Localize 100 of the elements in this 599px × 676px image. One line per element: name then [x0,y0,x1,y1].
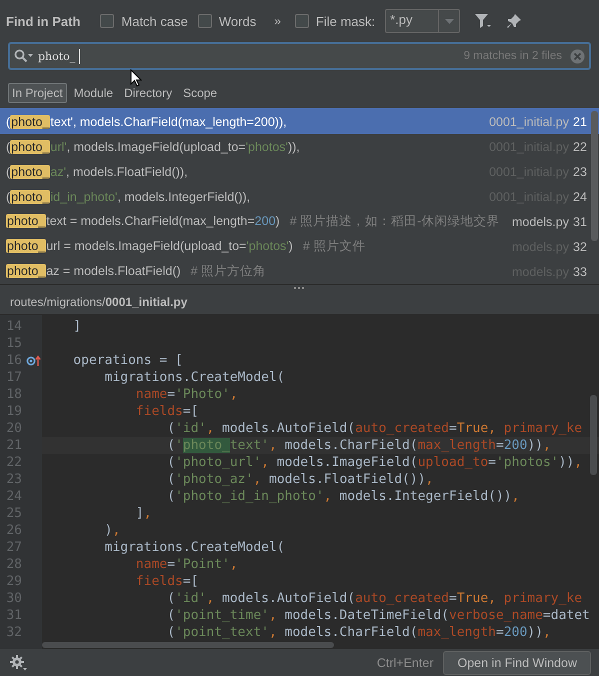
code-text: = [167,557,176,572]
code-text: )) [558,455,574,470]
result-row[interactable]: photo_text = models.CharField(max_length=200) # 照片描述，如：稻田-休闲绿地交界 models.py 31 [0,209,599,234]
keyword-text: , [542,625,551,640]
scrollbar[interactable] [591,111,598,241]
checkbox[interactable] [100,14,114,28]
code-text: = [167,387,176,402]
code-text: ) [288,239,293,253]
string-text: 'point_text' [175,625,269,640]
search-icon [14,49,34,63]
code-text: ( [6,190,10,204]
checkbox-label[interactable]: Match case [121,14,188,28]
match-highlight: photo_ [182,438,230,453]
string-text: 'point_time' [175,608,269,623]
comment-text: # 照片描述，如：稻田-休闲绿地交界 [290,214,500,228]
code-text: = [449,591,457,606]
scrollbar[interactable] [42,642,334,648]
code-text: models.AutoField( [221,421,356,436]
argument-text: fields [134,574,183,589]
mouse-cursor-icon [130,69,142,87]
line-number: 31 [573,214,588,228]
string-text: id_in_photo' [50,190,118,204]
code-text: ) [104,523,112,538]
code-text: ( [166,625,176,640]
code-text: ( [166,455,176,470]
scope-tab[interactable]: In Project [8,83,67,103]
argument-text: max_length [418,438,496,453]
file-name: 0001_initial.py [489,114,569,128]
code-text: ] [134,506,144,521]
open-in-find-window-button[interactable]: Open in Find Window [443,650,591,674]
code-text: migrations.CreateModel( [104,540,285,555]
keyword-text: , [324,489,332,504]
string-text: 'photos' [246,140,288,154]
argument-text: name [134,557,168,572]
line-number: 24 [573,190,588,204]
code-text: , models.IntegerField()), [117,190,250,204]
match-highlight: photo_ [10,140,50,154]
scope-tab[interactable]: Scope [179,83,222,103]
keyword-text: , [206,421,214,436]
argument-text: verbose_name [449,608,543,623]
code-text: models.IntegerField()) [338,489,512,504]
code-text: ] [72,319,82,334]
string-text: 'photos' [246,239,289,253]
settings-icon[interactable] [10,654,28,670]
comment-text: # 照片文件 [302,239,366,253]
clear-icon[interactable] [570,48,585,64]
keyword-text: , [426,472,434,487]
code-text: models.CharField( [284,438,418,453]
code-text: az = models.FloatField() [46,264,181,278]
code-text: =[ [182,404,199,419]
code-text: migrations.CreateModel( [104,370,285,385]
code-text: ( [166,472,176,487]
override-marker-icon[interactable] [26,355,42,366]
string-text: 'photo_id_in_photo' [175,489,324,504]
string-text: text' [50,114,73,128]
code-text: = [449,421,457,436]
more-options-button[interactable]: » [274,14,281,28]
keyword-text: True [456,421,488,436]
string-text: 'id' [175,421,206,436]
keyword-text: , [206,591,214,606]
number-text: 200 [504,438,528,453]
keyword-text: , [261,455,269,470]
checkbox[interactable] [294,14,309,28]
code-text: models.CharField( [284,625,418,640]
argument-text: fields [134,404,183,419]
file-name: models.py [512,214,569,228]
file-mask-combo[interactable]: *.py [385,9,460,33]
code-text: ) [276,214,280,228]
match-highlight: photo_ [6,264,46,278]
match-highlight: photo_ [10,190,50,204]
splitter-handle-icon[interactable] [294,286,306,288]
argument-text: upload_to [418,455,488,470]
keyword-text: , [542,438,551,453]
scope-tab[interactable]: Directory [120,83,176,103]
keyword-text: , [253,472,262,487]
string-text: 'id' [175,591,206,606]
dropdown-icon [444,18,454,24]
result-row[interactable]: (photo_text', models.CharField(max_length=200)), 0001_initial.py 21 [0,109,599,134]
match-highlight: photo_ [10,164,50,178]
keyword-text: , [574,455,582,470]
checkbox-label[interactable]: Words [218,14,256,28]
pin-icon[interactable] [506,13,522,29]
number-text: 200 [254,214,276,228]
scope-tab[interactable]: Module [70,83,118,103]
match-highlight: photo_ [6,239,46,253]
checkbox-label[interactable]: File mask: [316,14,376,28]
scrollbar[interactable] [590,395,597,475]
argument-text: primary_ke [502,591,582,606]
line-number: 23 [573,164,588,178]
code-text: ( [166,489,176,504]
checkbox[interactable] [198,14,212,28]
code-text: url = models.ImageField(upload_to= [46,239,246,253]
line-number: 22 [573,140,588,154]
filter-icon[interactable] [474,13,492,29]
line-number: 32 [573,240,588,254]
code-text: models.ImageField( [276,455,418,470]
code-text: ( [6,164,10,178]
code-text: )), [288,140,300,154]
string-text: 'photo_url' [175,455,262,470]
code-text: )) [527,625,543,640]
